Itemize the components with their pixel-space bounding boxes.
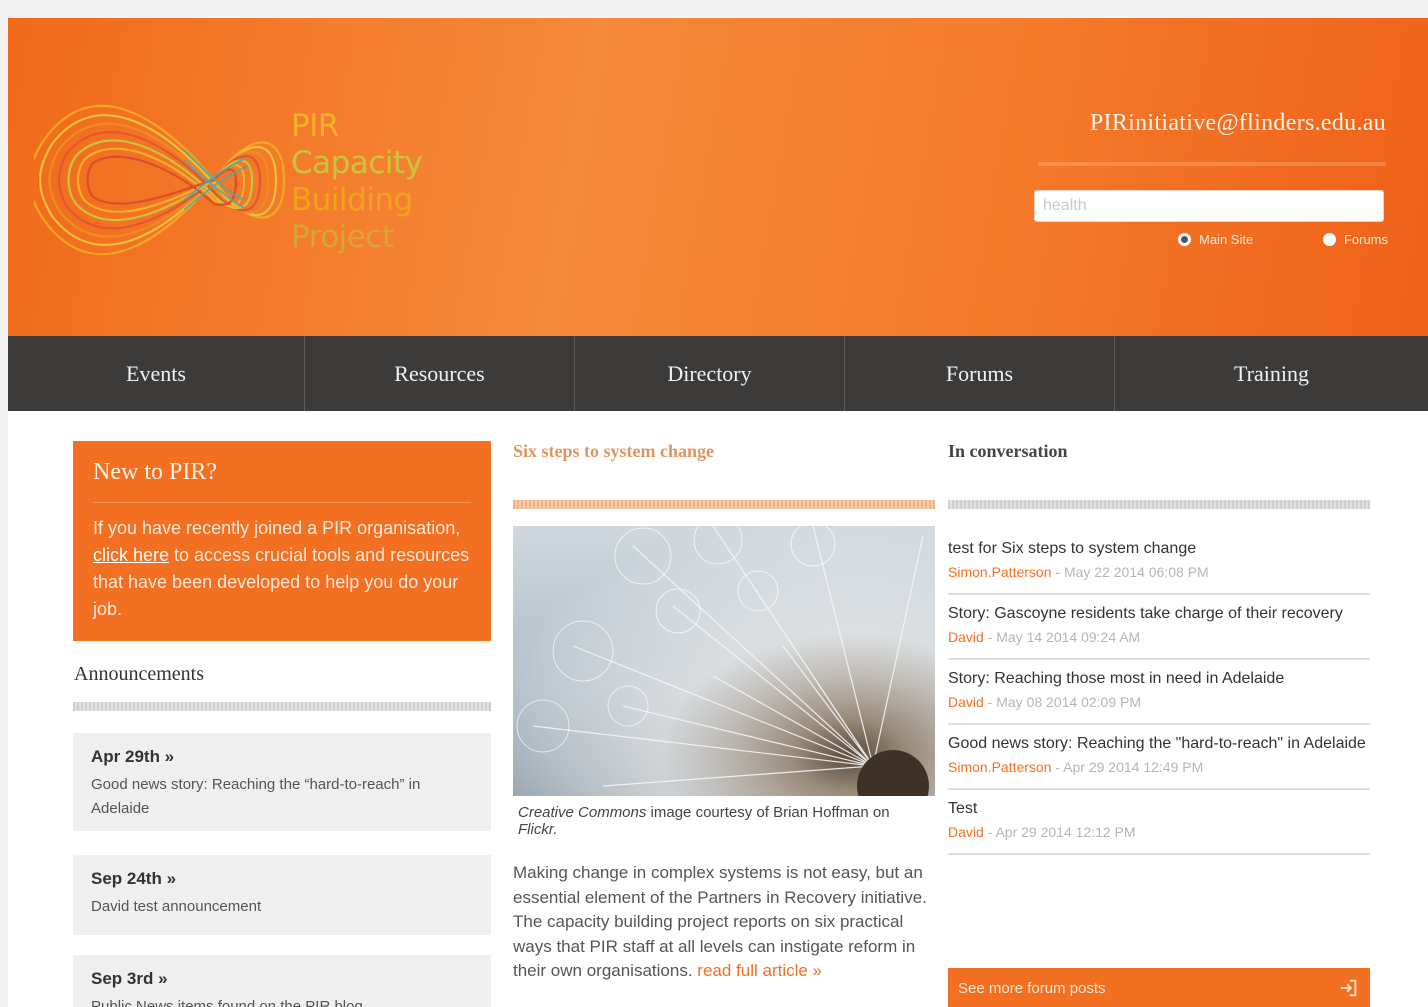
forum-post-date: - May 22 2014 06:08 PM <box>1051 564 1209 580</box>
forum-post-date: - May 14 2014 09:24 AM <box>983 629 1141 645</box>
announcement-date[interactable]: Sep 3rd » <box>91 969 473 989</box>
main-nav: Events Resources Directory Forums Traini… <box>8 336 1428 411</box>
forum-post-author[interactable]: Simon.Patterson <box>948 759 1052 775</box>
logo-line: Project <box>291 219 394 255</box>
forum-post-author[interactable]: David <box>948 824 984 840</box>
sign-in-icon <box>1340 979 1357 997</box>
announcement-card[interactable]: Sep 24th » David test announcement <box>73 855 491 935</box>
scope-forums[interactable]: Forums <box>1322 232 1388 247</box>
announcements-divider <box>73 702 491 711</box>
search-input[interactable] <box>1034 190 1384 222</box>
forum-post-author[interactable]: David <box>948 694 984 710</box>
caption-cc: Creative Commons <box>518 804 647 821</box>
forum-post-title[interactable]: test for Six steps to system change <box>948 536 1370 561</box>
new-to-pir-text: If you have recently joined a PIR organi… <box>93 515 471 623</box>
conversation-divider <box>948 500 1370 509</box>
new-to-pir-title: New to PIR? <box>93 459 471 503</box>
forum-post-meta: David - Apr 29 2014 12:12 PM <box>948 821 1370 843</box>
announcement-card[interactable]: Sep 3rd » Public News items found on the… <box>73 955 491 1007</box>
forum-post-title[interactable]: Good news story: Reaching the "hard-to-r… <box>948 731 1370 756</box>
announcement-card[interactable]: Apr 29th » Good news story: Reaching the… <box>73 733 491 831</box>
new-text-before: If you have recently joined a PIR organi… <box>93 518 461 538</box>
site-header: PIR Capacity Building Project PIRinitiat… <box>8 18 1428 336</box>
search-scope: Main Site Forums <box>1178 232 1388 247</box>
read-more-link[interactable]: read full article » <box>697 961 822 980</box>
forum-post-meta: David - May 14 2014 09:24 AM <box>948 626 1370 648</box>
logo-line: Capacity <box>291 145 423 181</box>
announcement-text: Good news story: Reaching the “hard-to-r… <box>91 776 421 817</box>
forum-post: Story: Reaching those most in need in Ad… <box>948 660 1370 725</box>
scope-label: Main Site <box>1199 232 1254 247</box>
logo-wordmark[interactable]: PIR Capacity Building Project <box>291 108 471 256</box>
nav-item-forums[interactable]: Forums <box>845 336 1115 411</box>
see-more-label: See more forum posts <box>958 979 1106 997</box>
forum-post-meta: Simon.Patterson - Apr 29 2014 12:49 PM <box>948 756 1370 778</box>
nav-item-resources[interactable]: Resources <box>305 336 575 411</box>
scope-main-site[interactable]: Main Site <box>1178 232 1253 247</box>
forum-post-date: - May 08 2014 02:09 PM <box>983 694 1141 710</box>
forum-post: Test David - Apr 29 2014 12:12 PM <box>948 790 1370 855</box>
forum-post-meta: Simon.Patterson - May 22 2014 06:08 PM <box>948 561 1370 583</box>
forum-post-meta: David - May 08 2014 02:09 PM <box>948 691 1370 713</box>
click-here-link[interactable]: click here <box>93 545 169 565</box>
announcement-date[interactable]: Apr 29th » <box>91 747 473 767</box>
nav-item-training[interactable]: Training <box>1115 336 1428 411</box>
feature-title-link[interactable]: Six steps to system change <box>513 441 714 462</box>
forum-post-list: test for Six steps to system change Simo… <box>948 530 1370 855</box>
forum-post-date: - Apr 29 2014 12:12 PM <box>983 824 1136 840</box>
caption-text: image courtesy of Brian Hoffman on <box>646 804 890 821</box>
forum-post-title[interactable]: Test <box>948 796 1370 821</box>
pir-logo-icon[interactable] <box>34 80 286 280</box>
contact-email-link[interactable]: PIRinitiative@flinders.edu.au <box>1090 110 1386 137</box>
see-more-forum-posts-button[interactable]: See more forum posts <box>948 968 1370 1007</box>
radio-unchecked-icon[interactable] <box>1322 233 1336 246</box>
feature-divider <box>513 500 935 509</box>
nav-item-events[interactable]: Events <box>8 336 305 411</box>
forum-post-date: - Apr 29 2014 12:49 PM <box>1051 759 1204 775</box>
announcement-text: Public News items found on the PIR blog <box>91 998 363 1007</box>
forum-post-author[interactable]: Simon.Patterson <box>948 564 1052 580</box>
forum-post: Story: Gascoyne residents take charge of… <box>948 595 1370 660</box>
forum-post-title[interactable]: Story: Reaching those most in need in Ad… <box>948 666 1370 691</box>
dandelion-photo <box>513 526 935 796</box>
forum-post: test for Six steps to system change Simo… <box>948 530 1370 595</box>
photo-caption: Creative Commons image courtesy of Brian… <box>518 804 928 838</box>
forum-post-title[interactable]: Story: Gascoyne residents take charge of… <box>948 601 1370 626</box>
announcement-date[interactable]: Sep 24th » <box>91 869 473 889</box>
forum-post: Good news story: Reaching the "hard-to-r… <box>948 725 1370 790</box>
conversation-title: In conversation <box>948 441 1068 461</box>
caption-flickr: Flickr. <box>518 821 558 838</box>
nav-item-directory[interactable]: Directory <box>575 336 845 411</box>
page-frame: PIR Capacity Building Project PIRinitiat… <box>8 18 1428 1007</box>
feature-article: Making change in complex systems is not … <box>513 861 938 984</box>
forum-post-author[interactable]: David <box>948 629 984 645</box>
logo-line: PIR <box>291 108 339 144</box>
radio-checked-icon[interactable] <box>1178 233 1191 246</box>
announcement-text: David test announcement <box>91 898 262 915</box>
header-divider <box>1038 162 1386 166</box>
announcements-title: Announcements <box>74 663 204 685</box>
scope-label: Forums <box>1343 232 1388 247</box>
logo-line: Building <box>291 182 413 218</box>
new-to-pir-panel: New to PIR? If you have recently joined … <box>73 441 491 641</box>
